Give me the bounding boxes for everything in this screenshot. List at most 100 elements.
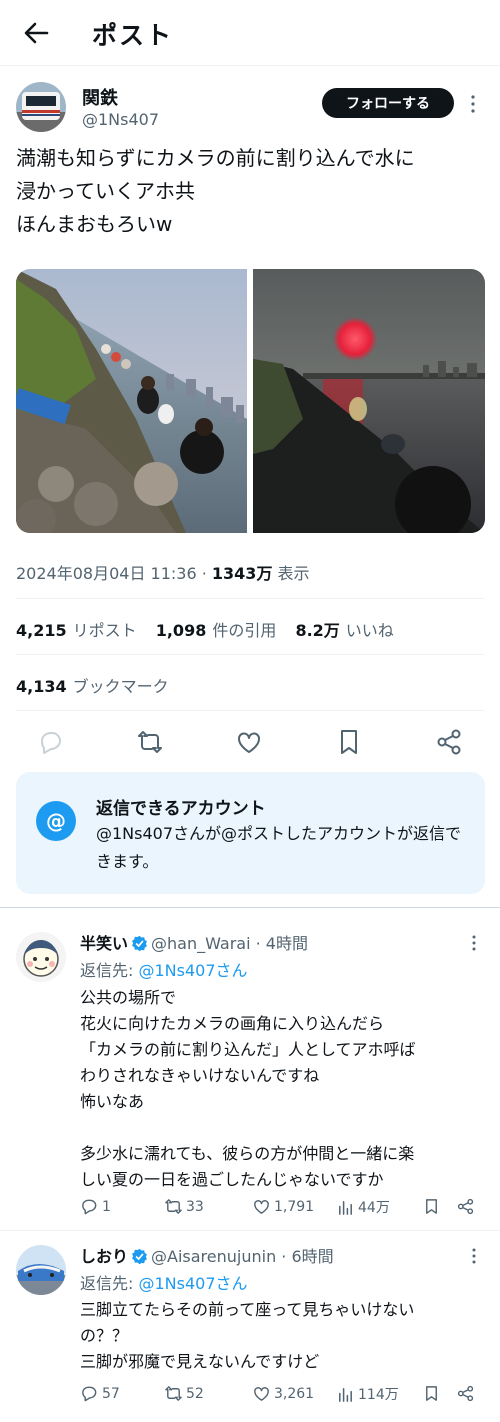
- reply-views-count: 114万: [358, 1387, 399, 1403]
- reposts-count: 4,215: [16, 621, 67, 640]
- reply-repost-count: 33: [186, 1198, 204, 1215]
- reply-author-name[interactable]: 半笑い: [80, 934, 128, 953]
- reposts-label: リポスト: [72, 621, 137, 640]
- reply-time[interactable]: 6時間: [291, 1247, 333, 1266]
- reply-views-button[interactable]: 114万: [336, 1384, 399, 1404]
- repost-icon[interactable]: [135, 727, 165, 757]
- reply-text-line: しい夏の一日を過ごしたんじゃないですか: [80, 1170, 384, 1189]
- follow-button[interactable]: フォローする: [322, 88, 454, 118]
- reply-item[interactable]: しおり @Aisarenujunin · 6時間 返信先: @1Ns407さん 三…: [0, 1231, 500, 1422]
- reply-author-name[interactable]: しおり: [80, 1247, 128, 1266]
- reply-text-line: 花火に向けたカメラの画角に入り込んだら: [80, 1014, 385, 1033]
- verified-icon: [131, 935, 148, 952]
- reply-separator-dot: ·: [250, 934, 266, 953]
- bookmark-icon[interactable]: [422, 1197, 441, 1216]
- reply-text-line: の？？: [80, 1326, 129, 1345]
- reply-reply-count: 57: [102, 1385, 120, 1402]
- reply-text-line: 公共の場所で: [80, 988, 177, 1007]
- quotes-stat[interactable]: 1,098 件の引用: [156, 621, 277, 640]
- reply-text-line: 多少水に濡れても、彼らの方が仲間と一緒に楽: [80, 1144, 415, 1163]
- author-avatar[interactable]: [16, 82, 66, 132]
- share-icon[interactable]: [456, 1384, 475, 1403]
- reply-actions: 57 52 3,261 114万: [80, 1384, 480, 1406]
- reply-to-line: 返信先: @1Ns407さん: [80, 957, 248, 981]
- views-icon: [339, 1200, 352, 1215]
- more-icon[interactable]: [468, 1247, 480, 1265]
- share-icon[interactable]: [456, 1197, 475, 1216]
- views-icon: [339, 1387, 352, 1402]
- reply-author-handle[interactable]: @Aisarenujunin: [151, 1247, 276, 1266]
- reply-author-handle[interactable]: @han_Warai: [151, 934, 251, 953]
- at-icon: @: [36, 801, 76, 841]
- reply-text: 公共の場所で 花火に向けたカメラの画角に入り込んだら 「カメラの前に割り込んだ」…: [80, 985, 485, 1193]
- post-timestamp[interactable]: 2024年08月04日 11:36: [16, 564, 197, 583]
- quotes-label: 件の引用: [212, 621, 277, 640]
- reply-to-line: 返信先: @1Ns407さん: [80, 1270, 248, 1294]
- reply-views-button[interactable]: 44万: [336, 1197, 390, 1217]
- reply-icon: [82, 1199, 97, 1215]
- photo-riverbank-day[interactable]: [16, 269, 247, 533]
- like-icon: [254, 1200, 269, 1214]
- reply-restriction-title: 返信できるアカウント: [96, 799, 266, 819]
- top-bar: ポスト: [0, 0, 500, 66]
- reply-repost-count: 52: [186, 1385, 204, 1402]
- divider: [16, 598, 484, 599]
- like-icon[interactable]: [234, 727, 264, 757]
- more-icon[interactable]: [468, 934, 480, 952]
- reply-header: 半笑い @han_Warai · 4時間: [80, 930, 308, 954]
- reply-time[interactable]: 4時間: [266, 934, 308, 953]
- quotes-count: 1,098: [155, 621, 207, 640]
- reply-like-button[interactable]: 3,261: [252, 1384, 314, 1403]
- reply-icon: [82, 1386, 97, 1402]
- reply-text-line: 三脚立てたらその前って座って見ちゃいけない: [80, 1300, 415, 1319]
- reply-avatar[interactable]: [16, 932, 66, 982]
- reply-avatar[interactable]: [16, 1245, 66, 1295]
- bookmark-icon[interactable]: [334, 727, 364, 757]
- like-icon: [254, 1387, 269, 1401]
- reply-repost-button[interactable]: 52: [164, 1384, 204, 1403]
- reply-to-label: 返信先:: [80, 961, 139, 980]
- reply-like-count: 1,791: [274, 1198, 315, 1215]
- reply-to-mention[interactable]: @1Ns407さん: [138, 961, 247, 980]
- views-label: 表示: [277, 564, 310, 583]
- reply-reply-button[interactable]: 57: [80, 1384, 120, 1403]
- more-icon[interactable]: [466, 94, 480, 114]
- bookmarks-stat[interactable]: 4,134 ブックマーク: [16, 673, 169, 697]
- reply-text-line: 三脚が邪魔で見えないんですけど: [80, 1352, 320, 1371]
- post-text-line: ほんまおもろいw: [16, 212, 173, 236]
- reply-reply-count: 1: [102, 1198, 111, 1215]
- bookmarks-label: ブックマーク: [72, 677, 169, 696]
- reply-icon[interactable]: [36, 727, 66, 757]
- reply-text-line: [80, 1115, 485, 1141]
- post-meta: 2024年08月04日 11:36 · 1343万 表示: [16, 564, 310, 583]
- reply-item[interactable]: 半笑い @han_Warai · 4時間 返信先: @1Ns407さん 公共の場所…: [0, 908, 500, 1230]
- bookmark-icon[interactable]: [422, 1384, 441, 1403]
- reply-repost-button[interactable]: 33: [164, 1197, 204, 1216]
- back-arrow-icon[interactable]: [20, 17, 52, 49]
- reply-actions: 1 33 1,791 44万: [80, 1197, 480, 1219]
- reply-text: 三脚立てたらその前って座って見ちゃいけない の？？ 三脚が邪魔で見えないんですけ…: [80, 1297, 485, 1375]
- author-name[interactable]: 関鉄: [82, 84, 118, 110]
- likes-count: 8.2万: [295, 621, 340, 640]
- likes-label: いいね: [345, 621, 394, 640]
- share-icon[interactable]: [434, 727, 464, 757]
- reply-views-count: 44万: [358, 1200, 390, 1216]
- photo-fireworks-night[interactable]: [253, 269, 485, 533]
- engagement-stats: 4,215 リポスト 1,098 件の引用 8.2万 いいね: [16, 617, 408, 641]
- divider: [16, 710, 484, 711]
- author-handle[interactable]: @1Ns407: [82, 110, 159, 129]
- post-text-line: 満潮も知らずにカメラの前に割り込んで水に: [16, 146, 415, 170]
- divider: [16, 654, 484, 655]
- reply-text-line: 「カメラの前に割り込んだ」人としてアホ呼ば: [80, 1040, 416, 1059]
- repost-icon: [165, 1386, 182, 1401]
- verified-icon: [131, 1248, 148, 1265]
- likes-stat[interactable]: 8.2万 いいね: [295, 621, 393, 640]
- reply-restriction-text: @1Ns407さんが@ポストしたアカウントが返信できます。: [96, 824, 462, 871]
- reposts-stat[interactable]: 4,215 リポスト: [16, 621, 137, 640]
- reply-like-button[interactable]: 1,791: [252, 1197, 314, 1216]
- reply-reply-button[interactable]: 1: [80, 1197, 111, 1216]
- post-media: [16, 269, 485, 533]
- reply-to-mention[interactable]: @1Ns407さん: [138, 1274, 247, 1293]
- reply-text-line: 怖いなあ: [80, 1092, 145, 1111]
- reply-text-line: わりされなきゃいけないんですね: [80, 1066, 320, 1085]
